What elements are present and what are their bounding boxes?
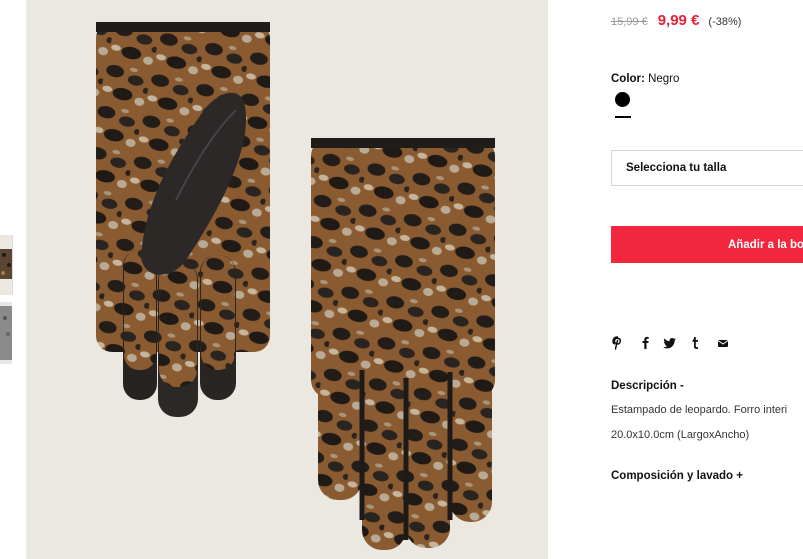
product-image: [26, 0, 548, 559]
color-value: Negro: [648, 73, 680, 85]
twitter-icon[interactable]: [663, 336, 677, 350]
description-dimensions: 20.0x10.0cm (LargoxAncho): [611, 429, 750, 441]
color-label-title: Color:: [611, 73, 645, 85]
color-label: Color: Negro: [611, 73, 679, 85]
sale-price: 9,99 €: [657, 12, 700, 29]
add-to-cart-button[interactable]: Añadir a la bo: [611, 226, 803, 263]
email-icon[interactable]: [717, 336, 729, 350]
size-select-label: Selecciona tu talla: [626, 162, 727, 174]
old-price: 15,99 €: [611, 16, 648, 28]
size-select[interactable]: Selecciona tu talla: [611, 150, 803, 186]
description-text: Estampado de leopardo. Forro interi: [611, 404, 788, 416]
discount-badge: (-38%): [708, 16, 742, 28]
thumbnail-1[interactable]: [0, 235, 13, 295]
tumblr-icon[interactable]: [691, 336, 699, 350]
selected-swatch-indicator: [615, 116, 631, 118]
description-title[interactable]: Descripción -: [611, 380, 684, 392]
composition-toggle[interactable]: Composición y lavado +: [611, 470, 743, 482]
price-row: 15,99 € 9,99 € (-38%): [611, 12, 741, 29]
thumbnail-2[interactable]: [0, 302, 12, 364]
add-to-cart-label: Añadir a la bo: [728, 238, 803, 251]
facebook-icon[interactable]: [641, 336, 649, 350]
color-swatch-black[interactable]: [615, 92, 630, 107]
pinterest-icon[interactable]: [612, 336, 623, 350]
